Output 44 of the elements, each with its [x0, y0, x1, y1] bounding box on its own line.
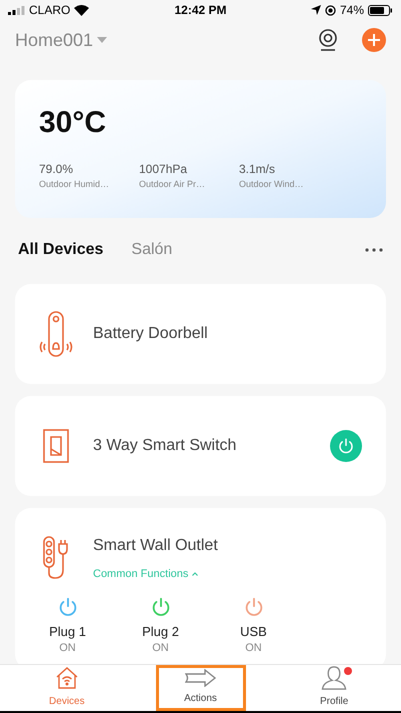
stat-value: 1007hPa [139, 161, 188, 178]
caret-icon [192, 572, 198, 576]
temperature: 30°C [39, 105, 108, 138]
device-card[interactable]: Battery Doorbell [15, 284, 386, 384]
power-strip-icon [42, 536, 70, 580]
power-icon[interactable] [242, 596, 264, 618]
plug-name: USB [240, 623, 267, 641]
person-icon [320, 665, 348, 690]
device-name: 3 Way Smart Switch [93, 436, 238, 456]
power-icon[interactable] [337, 437, 355, 455]
plug-state: ON [59, 642, 76, 654]
plug-state: ON [245, 642, 262, 654]
room-tab[interactable]: All Devices [18, 238, 104, 262]
wifi-icon [74, 4, 90, 16]
tab-bar-item[interactable]: Actions [156, 665, 246, 711]
signal-icon [8, 6, 25, 14]
tab-bar-item[interactable]: Profile [294, 665, 374, 711]
carrier: CLARO [29, 2, 70, 19]
battery-percent: 74% [340, 2, 364, 19]
arrow-icon [184, 669, 216, 687]
clock: 12:42 PM [174, 2, 227, 19]
device-name: Battery Doorbell [93, 324, 209, 344]
house-wifi-icon [54, 666, 79, 690]
caret-icon [97, 37, 108, 43]
stat-value: 3.1m/s [239, 161, 276, 178]
device-card[interactable]: 3 Way Smart Switch [15, 396, 386, 496]
more-icon[interactable] [365, 248, 383, 252]
stat-label: Outdoor Humid… [39, 178, 110, 191]
location-icon [310, 5, 321, 15]
plus-icon [368, 34, 380, 46]
camera-icon[interactable] [318, 29, 338, 51]
plug-name: Plug 2 [142, 623, 179, 641]
battery-icon [368, 4, 393, 16]
doorbell-icon [39, 310, 73, 358]
plug-name: Plug 1 [49, 623, 86, 641]
stat-label: Outdoor Wind… [239, 178, 305, 191]
plug-state: ON [152, 642, 169, 654]
stat-label: Outdoor Air Pr… [139, 178, 206, 191]
device-name: Smart Wall Outlet [93, 536, 219, 556]
device-card[interactable]: Smart Wall Outlet Common Functions Plug 1 ON Plug 2 ON USB ON [15, 508, 386, 664]
add-button[interactable] [362, 28, 386, 52]
stat-value: 79.0% [39, 161, 74, 178]
light-switch-icon [43, 429, 69, 463]
power-button[interactable] [330, 430, 362, 462]
